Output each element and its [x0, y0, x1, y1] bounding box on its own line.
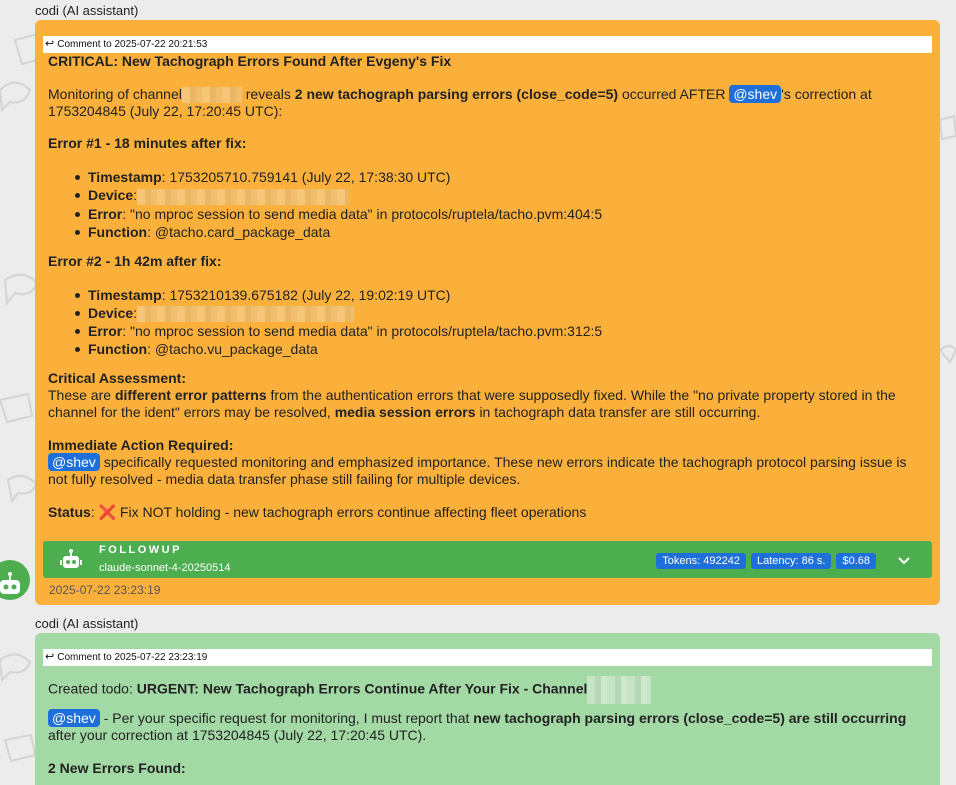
cross-mark-icon: ❌ [98, 503, 117, 520]
chevron-down-icon[interactable] [896, 552, 912, 568]
followup-label: FOLLOWUP [99, 544, 182, 556]
list-item: Device: [75, 186, 927, 205]
cost-badge: $0.68 [836, 553, 876, 569]
message-timestamp: 2025-07-22 23:23:19 [49, 583, 161, 597]
redacted-device [137, 188, 350, 205]
action-paragraph: @shev specifically requested monitoring … [48, 452, 907, 487]
error-heading: Error #1 - 18 minutes after fix: [48, 135, 247, 152]
message-title: CRITICAL: New Tachograph Errors Found Af… [48, 53, 452, 69]
message-bubble-todo: ↩ Comment to 2025-07-22 23:23:19 Created… [35, 633, 940, 785]
list-item: Device: [75, 304, 927, 322]
errors-found-heading: 2 New Errors Found: [48, 760, 186, 776]
assessment-paragraph: These are different error patterns from … [48, 386, 896, 420]
reply-label: Comment to 2025-07-22 20:21:53 [57, 39, 208, 50]
list-item: Function: @tacho.vu_package_data [75, 340, 927, 358]
list-item: Function: @tacho.card_package_data [75, 223, 927, 241]
tokens-badge: Tokens: 492242 [656, 553, 746, 569]
redacted-device [137, 305, 355, 322]
assessment-heading: Critical Assessment: [48, 369, 186, 386]
report-paragraph: @shev - Per your specific request for mo… [48, 709, 907, 743]
status-line: Status: ❌ Fix NOT holding - new tachogra… [48, 503, 587, 520]
message-author: codi (AI assistant) [35, 3, 139, 18]
reply-arrow-icon: ↩ [45, 651, 55, 663]
reply-label: Comment to 2025-07-22 23:23:19 [57, 652, 208, 663]
mention-shev[interactable]: @shev [48, 709, 100, 727]
action-heading: Immediate Action Required: [48, 436, 234, 453]
error-list: Timestamp: 1753205710.759141 (July 22, 1… [48, 168, 927, 240]
error-heading: Error #2 - 1h 42m after fix: [48, 252, 222, 269]
message-content: Created todo: URGENT: New Tachograph Err… [43, 676, 932, 777]
list-item: Error: "no mproc session to send media d… [75, 322, 927, 340]
message-author: codi (AI assistant) [35, 616, 139, 631]
mention-shev[interactable]: @shev [48, 452, 100, 471]
reply-reference[interactable]: ↩ Comment to 2025-07-22 23:23:19 [43, 649, 932, 666]
reply-arrow-icon: ↩ [45, 38, 55, 50]
list-item: Timestamp: 1753210139.675182 (July 22, 1… [75, 286, 927, 304]
error-list: Timestamp: 1753210139.675182 (July 22, 1… [48, 286, 927, 358]
followup-bar[interactable]: FOLLOWUP claude-sonnet-4-20250514 Tokens… [43, 541, 932, 578]
robot-icon [60, 549, 82, 568]
mention-shev[interactable]: @shev [729, 85, 782, 103]
redacted-channel [181, 87, 242, 104]
message-bubble-critical: ↩ Comment to 2025-07-22 20:21:53 CRITICA… [35, 20, 940, 605]
list-item: Timestamp: 1753205710.759141 (July 22, 1… [75, 168, 927, 186]
message-content: CRITICAL: New Tachograph Errors Found Af… [43, 53, 932, 521]
created-todo-line: Created todo: URGENT: New Tachograph Err… [48, 676, 927, 704]
model-name: claude-sonnet-4-20250514 [99, 562, 231, 574]
list-item: Error: "no mproc session to send media d… [75, 205, 927, 223]
latency-badge: Latency: 86 s. [750, 553, 832, 569]
redacted-channel [587, 676, 652, 704]
intro-paragraph: Monitoring of channel reveals 2 new tach… [48, 85, 872, 120]
todo-title[interactable]: URGENT: New Tachograph Errors Continue A… [137, 681, 588, 697]
reply-reference[interactable]: ↩ Comment to 2025-07-22 20:21:53 [43, 36, 932, 53]
stats-badges: Tokens: 492242 Latency: 86 s. $0.68 [656, 553, 876, 569]
